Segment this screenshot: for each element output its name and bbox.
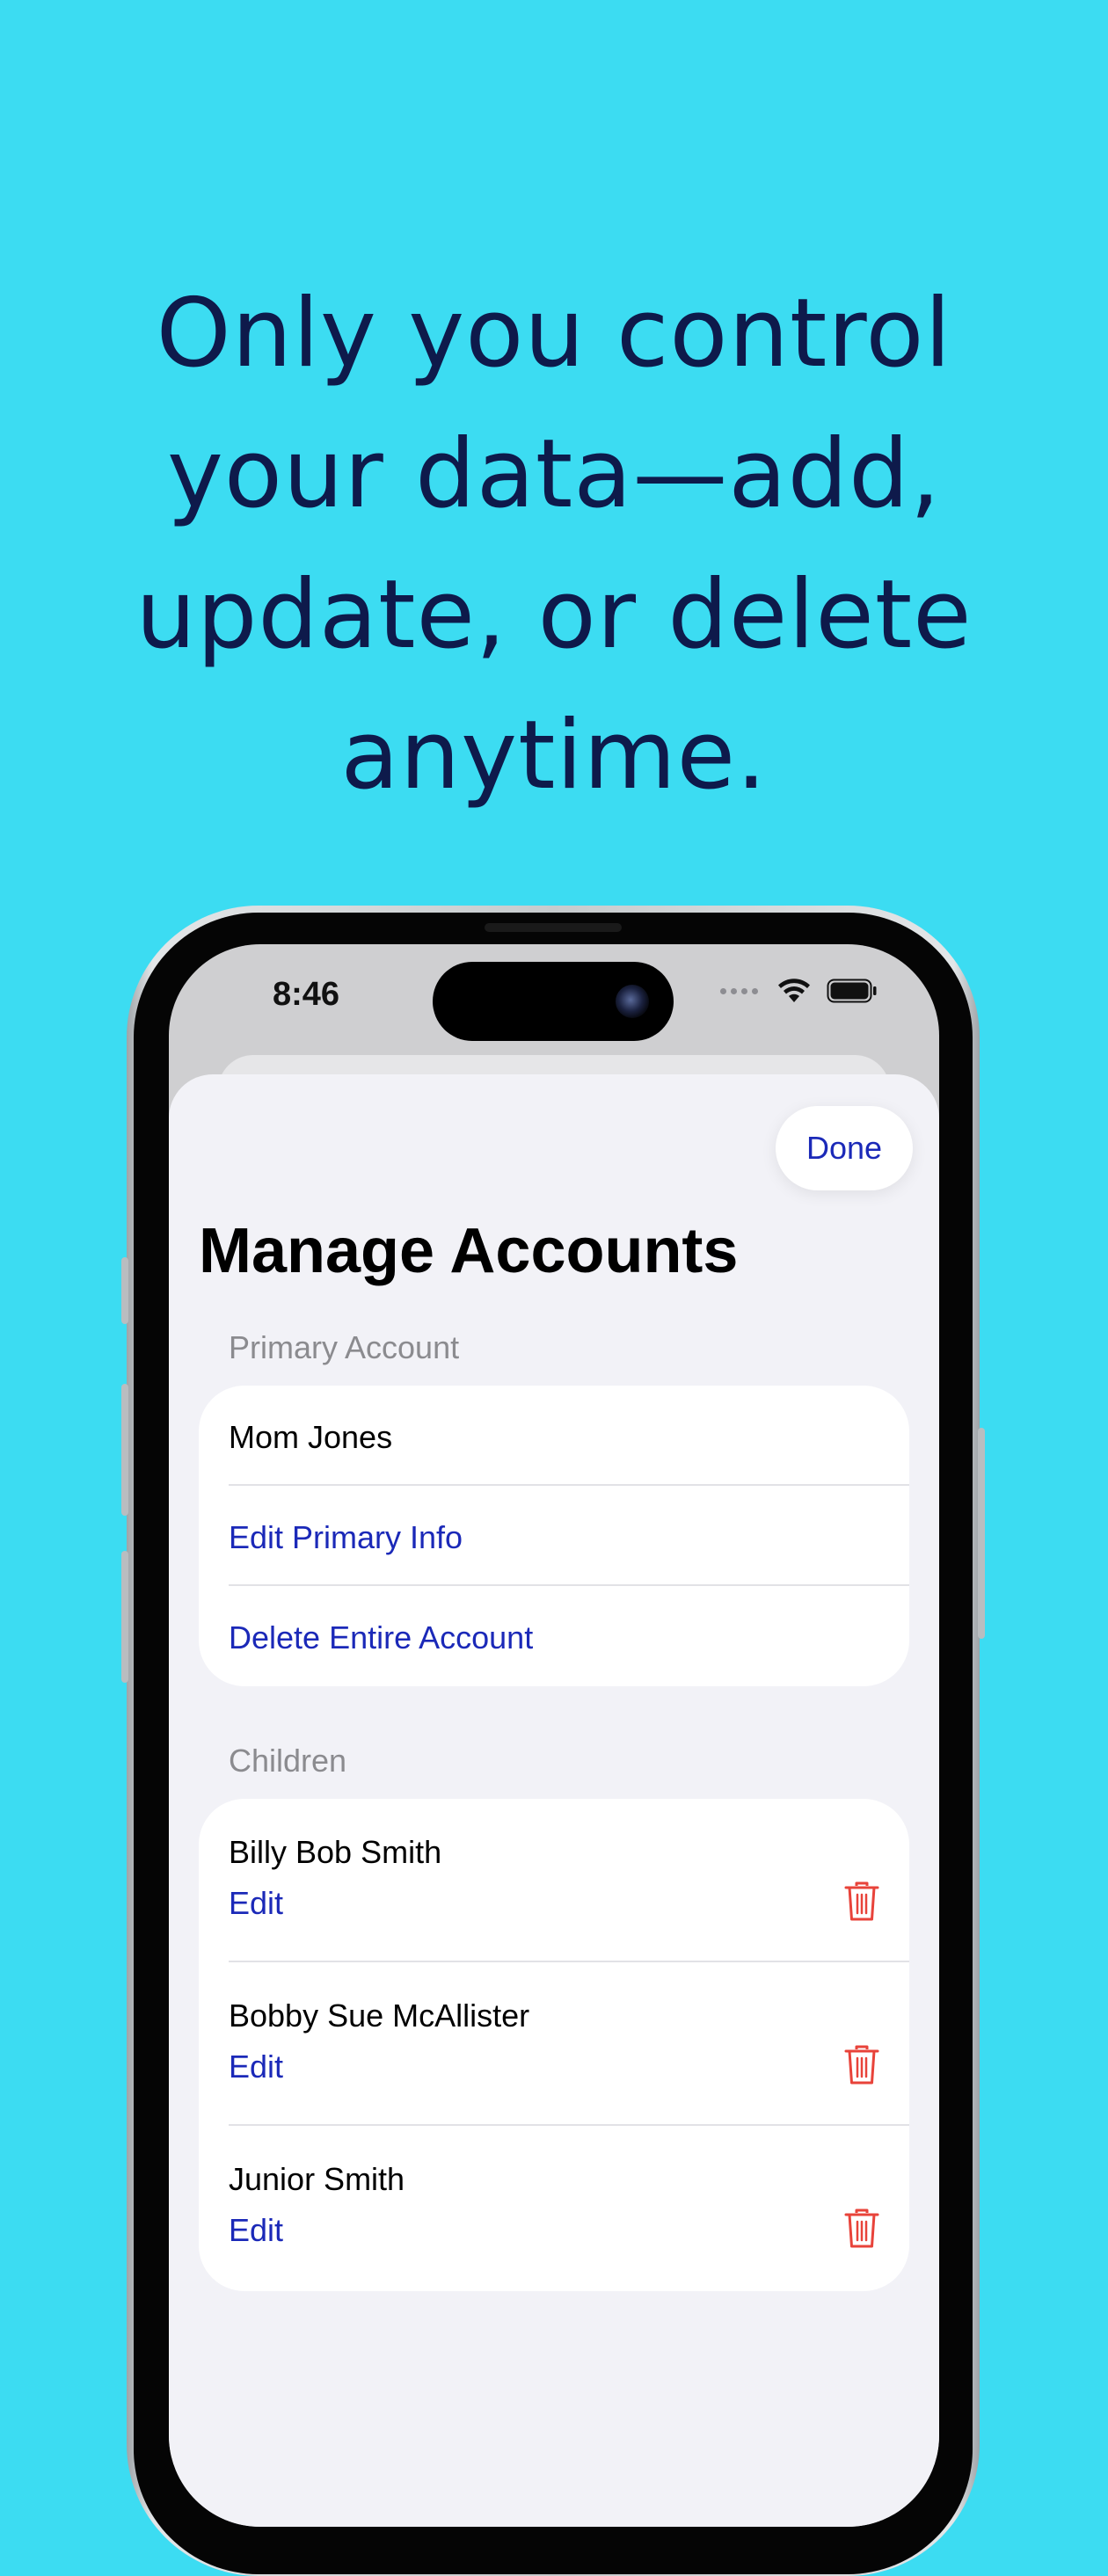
headline-line: update, or delete <box>135 560 973 670</box>
divider <box>229 1584 909 1586</box>
delete-entire-account-button[interactable]: Delete Entire Account <box>229 1619 879 1656</box>
primary-account-name: Mom Jones <box>229 1419 393 1455</box>
section-header-primary: Primary Account <box>229 1329 460 1365</box>
power-button <box>978 1428 985 1639</box>
list-item: Junior Smith Edit <box>199 2126 909 2289</box>
wifi-icon <box>778 979 810 1002</box>
headline-line: Only you control <box>156 279 952 389</box>
volume-down-button <box>121 1551 128 1683</box>
list-item: Bobby Sue McAllister Edit <box>199 1962 909 2126</box>
page-title: Manage Accounts <box>199 1216 739 1286</box>
children-card: Billy Bob Smith Edit Bobby Sue McAlliste… <box>199 1799 909 2291</box>
edit-child-button[interactable]: Edit <box>229 1885 283 1922</box>
trash-icon[interactable] <box>844 1881 879 1922</box>
section-header-children: Children <box>229 1743 347 1779</box>
done-button[interactable]: Done <box>776 1106 913 1190</box>
child-name: Bobby Sue McAllister <box>229 1997 530 2034</box>
phone-screen: 8:46 Done Manage Accounts Primary Accoun… <box>169 944 939 2527</box>
trash-icon[interactable] <box>844 2209 879 2249</box>
battery-icon <box>827 979 877 1003</box>
volume-up-button <box>121 1384 128 1516</box>
status-icons <box>720 978 878 1004</box>
status-time: 8:46 <box>273 976 340 1013</box>
child-name: Billy Bob Smith <box>229 1834 442 1870</box>
manage-accounts-sheet: Done Manage Accounts Primary Account Mom… <box>169 1074 939 2527</box>
front-camera <box>616 985 649 1018</box>
edit-child-button[interactable]: Edit <box>229 2212 283 2249</box>
speaker-slot <box>485 923 622 932</box>
edit-primary-info-button[interactable]: Edit Primary Info <box>229 1519 879 1556</box>
headline: Only you control your data—add, update, … <box>53 264 1055 826</box>
cellular-signal-icon <box>720 987 758 994</box>
child-name: Junior Smith <box>229 2161 405 2197</box>
primary-account-card: Mom Jones Edit Primary Info Delete Entir… <box>199 1386 909 1686</box>
dynamic-island <box>433 962 674 1041</box>
edit-child-button[interactable]: Edit <box>229 2048 283 2085</box>
divider <box>229 1484 909 1486</box>
action-button <box>121 1257 128 1324</box>
trash-icon[interactable] <box>844 2045 879 2085</box>
list-item: Billy Bob Smith Edit <box>199 1799 909 1962</box>
headline-line: anytime. <box>340 701 768 811</box>
headline-line: your data—add, <box>166 419 942 529</box>
